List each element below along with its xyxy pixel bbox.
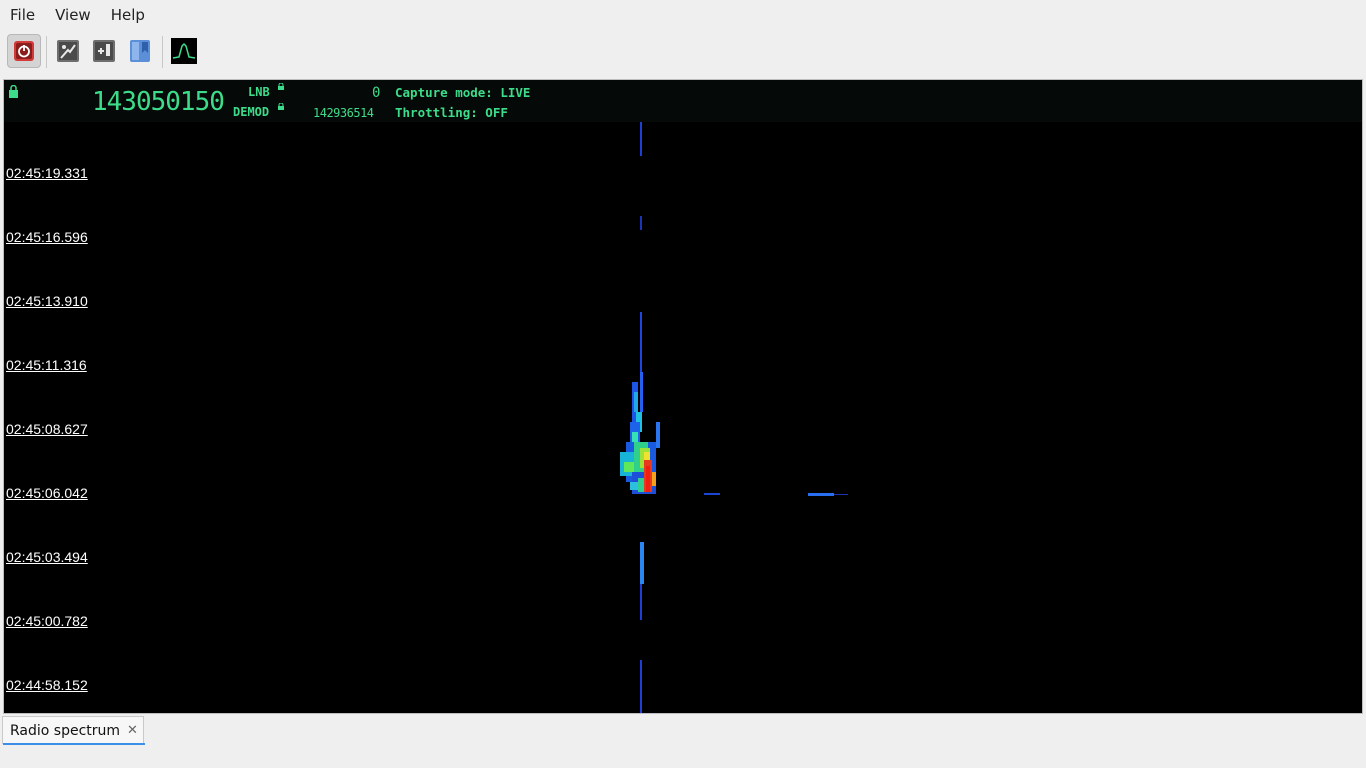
bookmark-button[interactable] <box>123 34 157 68</box>
lnb-label: LNB <box>248 85 270 99</box>
timestamp-label: 02:45:03.494 <box>6 549 88 565</box>
toolbar-separator <box>46 36 47 68</box>
demod-label: DEMOD <box>233 105 270 119</box>
demod-lock-icon[interactable] <box>278 103 284 110</box>
menu-view[interactable]: View <box>45 0 101 30</box>
lnb-frequency[interactable]: 0 <box>372 85 380 101</box>
menu-file[interactable]: File <box>0 0 45 30</box>
timestamp-label: 02:45:00.782 <box>6 613 88 629</box>
lock-icon[interactable] <box>8 85 19 98</box>
timestamp-label: 02:45:08.627 <box>6 421 88 437</box>
timestamp-label: 02:45:06.042 <box>6 485 88 501</box>
add-panel-button[interactable] <box>87 34 121 68</box>
spectrum-icon <box>171 38 197 64</box>
timestamp-label: 02:44:58.152 <box>6 677 88 693</box>
frequency-display: 143050150 LNB 0 DEMOD 142936514 Capture … <box>4 80 1362 122</box>
throttling-status: Throttling: OFF <box>395 105 508 120</box>
capture-mode-status: Capture mode: LIVE <box>395 85 531 100</box>
settings-icon <box>57 40 79 62</box>
toolbar <box>0 32 1366 74</box>
toolbar-separator <box>162 36 163 68</box>
power-button[interactable] <box>7 34 41 68</box>
bookmark-icon <box>130 40 150 62</box>
spectrum-panel: 143050150 LNB 0 DEMOD 142936514 Capture … <box>3 79 1363 714</box>
timestamp-label: 02:45:19.331 <box>6 165 88 181</box>
timestamp-label: 02:45:11.316 <box>6 357 87 373</box>
tab-radio-spectrum[interactable]: Radio spectrum ✕ <box>2 716 145 745</box>
close-icon[interactable]: ✕ <box>127 723 138 738</box>
tab-bar: Radio spectrum ✕ <box>0 716 1366 746</box>
tab-active-indicator <box>3 743 145 745</box>
timestamp-label: 02:45:13.910 <box>6 293 88 309</box>
timestamp-label: 02:45:16.596 <box>6 229 88 245</box>
demod-frequency[interactable]: 142936514 <box>313 106 374 120</box>
menu-bar: File View Help <box>0 0 1366 30</box>
tab-label: Radio spectrum <box>10 722 121 739</box>
main-frequency[interactable]: 143050150 <box>92 87 225 117</box>
spectrum-button[interactable] <box>167 34 201 68</box>
waterfall-display[interactable]: 02:45:19.331 02:45:16.596 02:45:13.910 0… <box>4 122 1362 713</box>
add-panel-icon <box>93 40 115 62</box>
waterfall-signal <box>620 122 848 713</box>
menu-help[interactable]: Help <box>101 0 155 30</box>
power-icon <box>14 41 34 61</box>
lnb-lock-icon[interactable] <box>278 83 284 90</box>
settings-button[interactable] <box>51 34 85 68</box>
